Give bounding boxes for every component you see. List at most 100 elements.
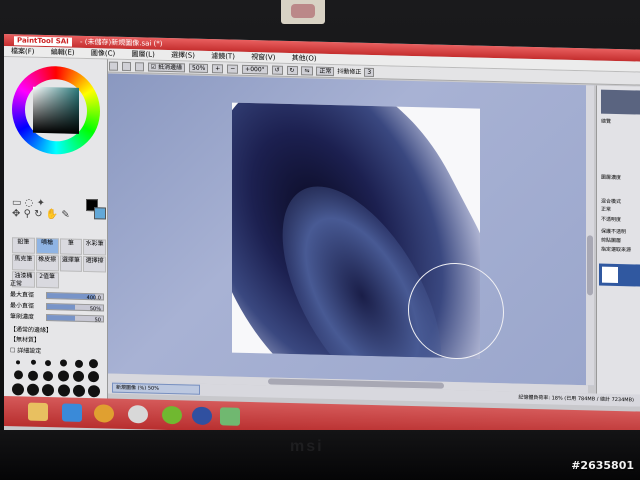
brush-preset[interactable] [89, 359, 99, 369]
min-size-row: 最小直徑 50% [10, 301, 106, 312]
blend-mode-row: 正常 [10, 279, 106, 290]
magic-wand-icon[interactable]: ✦ [37, 198, 45, 209]
zoom-icon[interactable]: ⚲ [24, 208, 31, 219]
menu-layer[interactable]: 圖層(L) [124, 49, 161, 61]
invert-selection-button[interactable] [134, 62, 144, 72]
brush-preset[interactable] [88, 371, 100, 383]
texture-select[interactable]: 【無材質】 [10, 336, 40, 344]
brush-preset[interactable] [30, 359, 36, 365]
layer-item[interactable] [599, 263, 640, 287]
tool-pencil[interactable]: 鉛筆 [12, 237, 35, 254]
brush-preset[interactable] [16, 359, 21, 364]
density-value: 50 [94, 317, 101, 324]
tool-pen[interactable]: 筆 [59, 238, 83, 255]
max-size-slider[interactable]: 400.0 [46, 292, 104, 302]
desk-sticker [281, 0, 325, 24]
brush-preset[interactable] [73, 370, 85, 382]
brush-preset[interactable] [58, 370, 70, 382]
paint-tool-sai-icon[interactable] [220, 407, 240, 426]
internet-explorer-icon[interactable] [62, 403, 82, 422]
brush-preset[interactable] [57, 384, 70, 397]
paper-texture-select[interactable]: 【通常的邊緣】 [10, 326, 52, 334]
document-tab[interactable]: 新規圖像 (%) 50% [112, 382, 200, 395]
vertical-scroll-thumb[interactable] [587, 235, 593, 296]
antialias-label: 抵消邊緣 [158, 63, 183, 72]
quick-tools: ▭ ◌ ✦ ✥ ⚲ ↻ ✋ ✎ [12, 197, 82, 221]
color-square[interactable] [33, 86, 79, 134]
brush-preset[interactable] [45, 359, 52, 366]
detail-row: ☐ 詳細設定 [10, 347, 42, 355]
brush-preset[interactable] [43, 370, 54, 381]
brush-preset[interactable] [87, 385, 100, 398]
tool-marker[interactable]: 馬克筆 [12, 254, 35, 271]
eyedropper-icon[interactable]: ✎ [61, 209, 69, 220]
density-row: 筆刷濃度 50 [10, 312, 106, 323]
zoom-select[interactable]: 50% [189, 63, 209, 73]
opacity-label: 不透明度 [601, 216, 622, 224]
clipping-group-checkbox[interactable]: 剪貼圖層 [601, 237, 640, 246]
tool-airbrush[interactable]: 噴槍 [35, 237, 59, 255]
menu-file[interactable]: 檔案(F) [4, 46, 42, 58]
wechat-icon[interactable] [162, 405, 182, 425]
blend-mode-select[interactable]: 正常 [10, 280, 22, 287]
layer-opacity-label: 圖層濃度 [601, 174, 622, 182]
watermark: #2635801 [571, 459, 634, 472]
selection-source-checkbox[interactable]: 指定選取來源 [601, 246, 640, 255]
brush-preset[interactable] [28, 370, 39, 381]
flip-button[interactable]: ⇋ [301, 66, 313, 76]
menu-edit[interactable]: 編輯(E) [44, 47, 82, 59]
messenger-icon[interactable] [128, 405, 148, 424]
menu-select[interactable]: 選擇(S) [164, 50, 202, 62]
menu-filter[interactable]: 濾鏡(T) [204, 51, 242, 63]
preserve-opacity-checkbox[interactable]: 保護不透明 [601, 228, 640, 237]
detail-settings-checkbox[interactable]: 詳細設定 [17, 347, 41, 355]
document-zoom: 50% [147, 385, 159, 392]
canvas-viewport[interactable] [108, 73, 594, 386]
brush-preset[interactable] [74, 359, 83, 368]
antialias-checkbox[interactable]: ☑ 抵消邊緣 [147, 62, 186, 73]
mode-select[interactable]: 正常 [316, 66, 335, 77]
tool-watercolor[interactable]: 水彩筆 [83, 238, 106, 256]
brush-preset[interactable] [12, 383, 25, 396]
file-explorer-icon[interactable] [28, 402, 48, 422]
min-size-label: 最小直徑 [10, 302, 35, 310]
density-slider[interactable]: 50 [46, 314, 104, 324]
photo: PaintTool SAI - (未儲存)新規圖像.sai (*) 檔案(F) … [0, 0, 640, 480]
lasso-icon[interactable]: ◌ [25, 198, 34, 209]
brush-preset[interactable] [42, 383, 55, 397]
monitor-bezel: msi [0, 430, 640, 480]
media-player-icon[interactable] [192, 406, 212, 426]
stabilizer-select[interactable]: 3 [364, 67, 375, 78]
move-icon[interactable]: ✥ [12, 208, 20, 219]
rotate-right-button[interactable]: ↻ [286, 65, 298, 76]
zoom-out-button[interactable]: − [227, 64, 239, 74]
layer-blend-select[interactable]: 正常 [601, 206, 640, 215]
navigator-preview[interactable] [601, 89, 640, 115]
menu-view[interactable]: 視窗(V) [244, 52, 282, 64]
brush-preset[interactable] [27, 383, 40, 396]
select-rect-icon[interactable]: ▭ [12, 197, 21, 208]
app-logo: PaintTool SAI [14, 35, 72, 47]
selection-toggle-button[interactable] [109, 61, 118, 71]
rotate-icon[interactable]: ↻ [34, 209, 42, 220]
tool-select-pen[interactable]: 選擇筆 [59, 255, 83, 272]
brush-preset[interactable] [13, 370, 23, 380]
angle-select[interactable]: +000° [242, 64, 268, 75]
sticker-figure-icon [291, 4, 315, 18]
zoom-in-button[interactable]: + [212, 64, 224, 74]
texture-row: 【無材質】 [10, 335, 106, 346]
document-tab-label: 新規圖像 (%) [116, 384, 147, 392]
deselect-button[interactable] [121, 61, 131, 72]
vertical-scrollbar[interactable] [586, 85, 594, 386]
brush-preset[interactable] [60, 359, 68, 367]
max-size-value: 400.0 [86, 295, 101, 302]
layer-panel: 總覽 圖層濃度 混合模式 正常 不透明度 保護不透明 剪貼圖層 指定選取來源 [596, 85, 640, 407]
firefox-icon[interactable] [94, 404, 114, 423]
brush-preset[interactable] [72, 384, 85, 397]
secondary-color-swatch[interactable] [94, 207, 106, 220]
tool-select-eraser[interactable]: 選擇擦 [83, 255, 106, 273]
rotate-left-button[interactable]: ↺ [271, 65, 283, 75]
tool-eraser[interactable]: 橡皮擦 [35, 254, 59, 272]
min-size-slider[interactable]: 50% [46, 303, 104, 312]
hand-icon[interactable]: ✋ [46, 209, 58, 220]
